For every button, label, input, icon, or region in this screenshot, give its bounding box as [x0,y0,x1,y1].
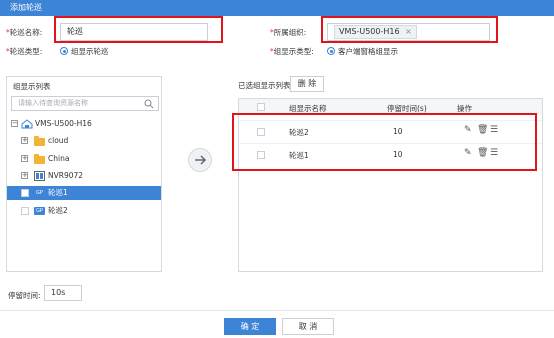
tree-node-patrol2[interactable]: GP 轮巡2 [7,204,161,218]
search-placeholder: 请输入待查询资源名称 [18,99,88,107]
search-input[interactable]: 请输入待查询资源名称 [11,96,159,111]
expand-icon[interactable]: + [21,155,28,162]
tree-node-label: cloud [48,136,69,145]
panel-title: 组显示列表 [13,82,51,91]
group-type-label: *组显示类型: [270,47,314,56]
search-icon[interactable] [144,99,154,109]
dialog-title: 添加轮巡 [0,0,554,16]
tree-node-label: VMS-U500-H16 [35,119,92,128]
ok-button[interactable]: 确 定 [224,318,276,335]
org-label: *所属组织: [270,28,307,37]
group-display-list-panel: 组显示列表 请输入待查询资源名称 − VMS-U500-H16 + cloud … [6,76,162,272]
expand-icon[interactable]: + [21,137,28,144]
server-icon [21,119,33,129]
footer-divider [0,310,554,311]
tree-node-label: China [48,154,70,163]
group-type-radio[interactable]: 客户端窗格组显示 [327,46,398,57]
nvr-icon [34,171,45,181]
name-label: *轮巡名称: [6,28,43,37]
selected-list-title: 已选组显示列表 [238,81,291,90]
tree-node-nvr[interactable]: + NVR9072 [7,169,161,183]
group-display-icon: GP [34,207,45,215]
expand-icon[interactable]: + [21,172,28,179]
checkbox[interactable] [21,189,29,197]
tree-node-patrol1[interactable]: GP 轮巡1 [7,186,161,200]
type-label: *轮巡类型: [6,47,43,56]
delete-button[interactable]: 删 除 [290,76,324,92]
highlight-rows [232,113,537,171]
tree-node-root[interactable]: − VMS-U500-H16 [7,117,161,131]
checkbox[interactable] [21,207,29,215]
highlight-org [321,16,498,43]
type-radio[interactable]: 组显示轮巡 [60,46,109,57]
group-display-icon: GP [34,189,45,197]
tree-node-label: NVR9072 [48,171,84,180]
radio-checked-icon [327,47,335,55]
arrow-right-icon [195,155,207,165]
tree-node-cloud[interactable]: + cloud [7,134,161,148]
radio-checked-icon [60,47,68,55]
highlight-name [54,16,223,43]
folder-icon [34,154,45,164]
select-all-checkbox[interactable] [257,103,265,111]
dwell-label: 停留时间: [8,291,41,300]
tree-node-label: 轮巡1 [48,188,68,197]
folder-icon [34,136,45,146]
collapse-icon[interactable]: − [11,120,18,127]
tree-node-label: 轮巡2 [48,206,68,215]
cancel-button[interactable]: 取 消 [282,318,334,335]
move-right-button[interactable] [188,148,212,172]
tree-node-china[interactable]: + China [7,152,161,166]
dwell-input[interactable]: 10s [44,285,82,301]
